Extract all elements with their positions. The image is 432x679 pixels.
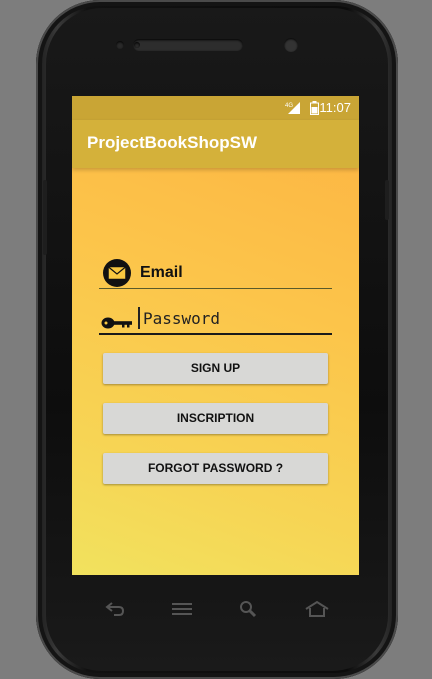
volume-button xyxy=(43,180,47,255)
app-title: ProjectBookShopSW xyxy=(87,133,258,152)
power-button xyxy=(385,180,389,220)
email-field[interactable]: Email xyxy=(99,258,332,289)
status-time: 11:07 xyxy=(319,100,351,115)
status-bar: 4G 11:07 xyxy=(72,96,359,120)
email-icon xyxy=(102,258,132,292)
front-camera xyxy=(284,38,298,52)
key-icon xyxy=(101,314,133,333)
sign-up-button[interactable]: SIGN UP xyxy=(103,353,328,384)
email-label: Email xyxy=(140,264,183,281)
app-bar: ProjectBookShopSW xyxy=(72,120,359,168)
back-icon[interactable] xyxy=(104,600,126,622)
signal-icon: 4G xyxy=(285,101,301,118)
proximity-sensor xyxy=(134,42,140,48)
navigation-bar xyxy=(72,592,359,626)
forgot-password-button[interactable]: FORGOT PASSWORD ? xyxy=(103,453,328,484)
app-screen: 4G 11:07 ProjectBookShopSW Email SIGN UP… xyxy=(72,96,359,575)
home-icon[interactable] xyxy=(304,600,330,622)
menu-icon[interactable] xyxy=(171,600,193,622)
battery-icon xyxy=(310,101,319,118)
light-sensor xyxy=(116,41,124,49)
earpiece-speaker xyxy=(133,39,243,51)
inscription-button[interactable]: INSCRIPTION xyxy=(103,403,328,434)
network-type: 4G xyxy=(285,103,293,109)
password-field-row xyxy=(99,303,332,335)
password-input[interactable] xyxy=(138,307,323,329)
search-icon[interactable] xyxy=(238,600,260,622)
